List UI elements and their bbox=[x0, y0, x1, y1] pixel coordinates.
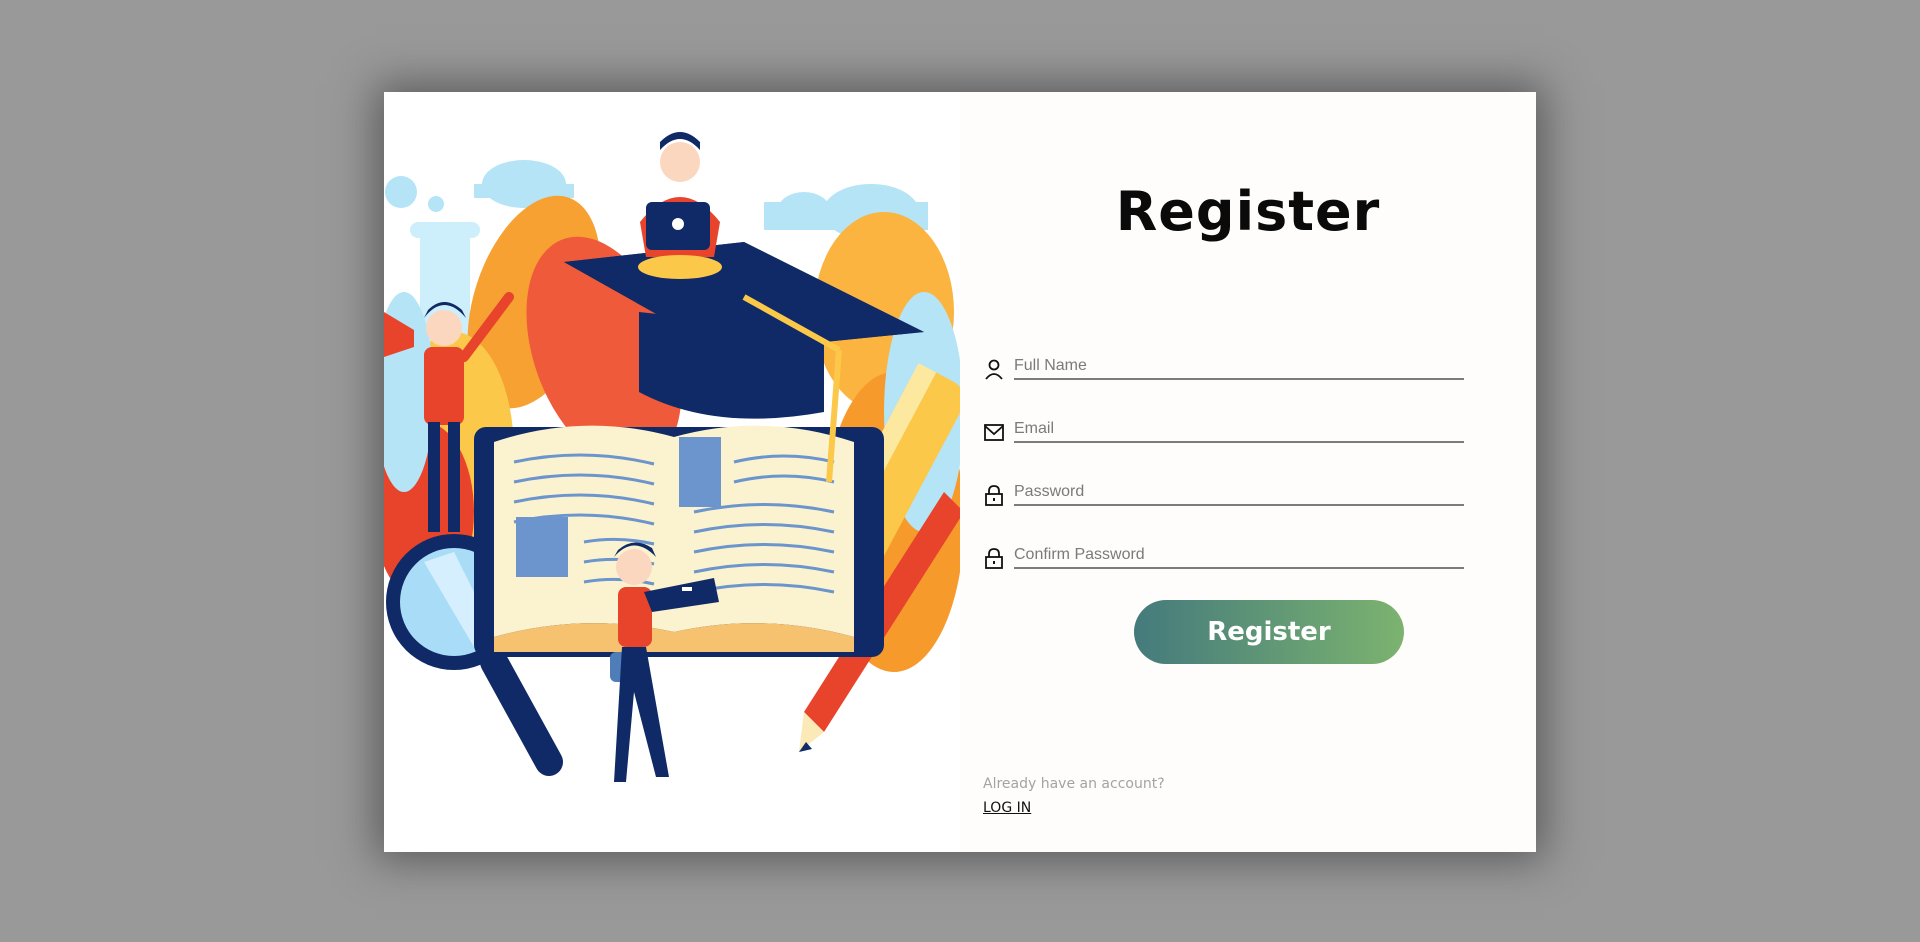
lock-icon bbox=[985, 485, 1003, 506]
login-link[interactable]: LOG IN bbox=[983, 800, 1031, 816]
email-field bbox=[984, 403, 1464, 443]
mail-icon bbox=[984, 424, 1004, 441]
account-prompt: Already have an account? bbox=[983, 776, 1165, 792]
register-card: Register Full Name Email Register Alread… bbox=[384, 92, 1536, 852]
confirm-password-field bbox=[984, 529, 1464, 569]
password-input[interactable] bbox=[1014, 480, 1464, 506]
open-book bbox=[474, 425, 884, 657]
register-form: Register Full Name Email Register Alread… bbox=[960, 92, 1536, 852]
confirm-password-input[interactable] bbox=[1014, 543, 1464, 569]
email-input[interactable] bbox=[1014, 417, 1464, 443]
education-illustration bbox=[384, 92, 960, 852]
full-name-input[interactable] bbox=[1014, 354, 1464, 380]
full-name-field bbox=[984, 340, 1464, 380]
lock-icon bbox=[985, 548, 1003, 569]
password-field bbox=[984, 466, 1464, 506]
user-icon bbox=[985, 359, 1003, 380]
page-title: Register bbox=[1115, 180, 1381, 243]
register-button[interactable]: Register bbox=[1134, 600, 1404, 664]
